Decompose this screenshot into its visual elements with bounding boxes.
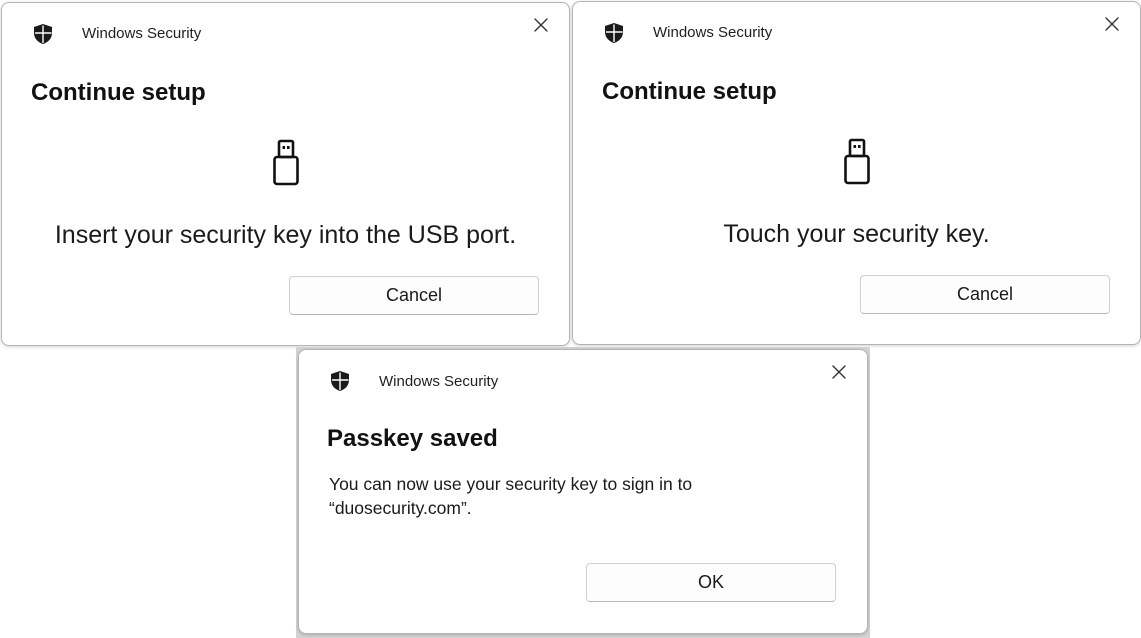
- titlebar: Windows Security: [2, 3, 569, 63]
- close-icon: [1105, 17, 1119, 31]
- window-title: Windows Security: [82, 25, 202, 42]
- shield-icon: [331, 371, 349, 391]
- titlebar: Windows Security: [299, 350, 867, 410]
- close-button[interactable]: [827, 360, 851, 384]
- screenshot-canvas: Windows Security Continue setup Insert y…: [0, 0, 1141, 638]
- dialog-heading: Continue setup: [602, 78, 777, 105]
- window-title: Windows Security: [653, 24, 773, 41]
- security-key-dialog-touch: Windows Security Continue setup Touch yo…: [572, 1, 1141, 345]
- window-title: Windows Security: [379, 373, 499, 390]
- security-key-dialog-insert: Windows Security Continue setup Insert y…: [1, 2, 570, 346]
- usb-security-key-icon: [843, 138, 870, 185]
- dialog-message: You can now use your security key to sig…: [329, 472, 759, 520]
- close-icon: [534, 18, 548, 32]
- message-line: “duosecurity.com”.: [329, 498, 472, 518]
- close-button[interactable]: [1100, 12, 1124, 36]
- titlebar: Windows Security: [573, 2, 1140, 62]
- instruction-text: Touch your security key.: [723, 220, 990, 248]
- dialog-heading: Passkey saved: [327, 425, 498, 452]
- passkey-saved-dialog: Windows Security Passkey saved You can n…: [298, 349, 868, 634]
- close-button[interactable]: [529, 13, 553, 37]
- usb-security-key-icon: [272, 139, 299, 186]
- ok-button[interactable]: OK: [586, 563, 836, 602]
- cancel-button[interactable]: Cancel: [289, 276, 539, 315]
- shield-icon: [605, 23, 623, 43]
- cancel-button[interactable]: Cancel: [860, 275, 1110, 314]
- instruction-text: Insert your security key into the USB po…: [54, 221, 517, 249]
- message-line: You can now use your security key to sig…: [329, 474, 693, 494]
- close-icon: [832, 365, 846, 379]
- dialog-heading: Continue setup: [31, 79, 206, 106]
- shield-icon: [34, 24, 52, 44]
